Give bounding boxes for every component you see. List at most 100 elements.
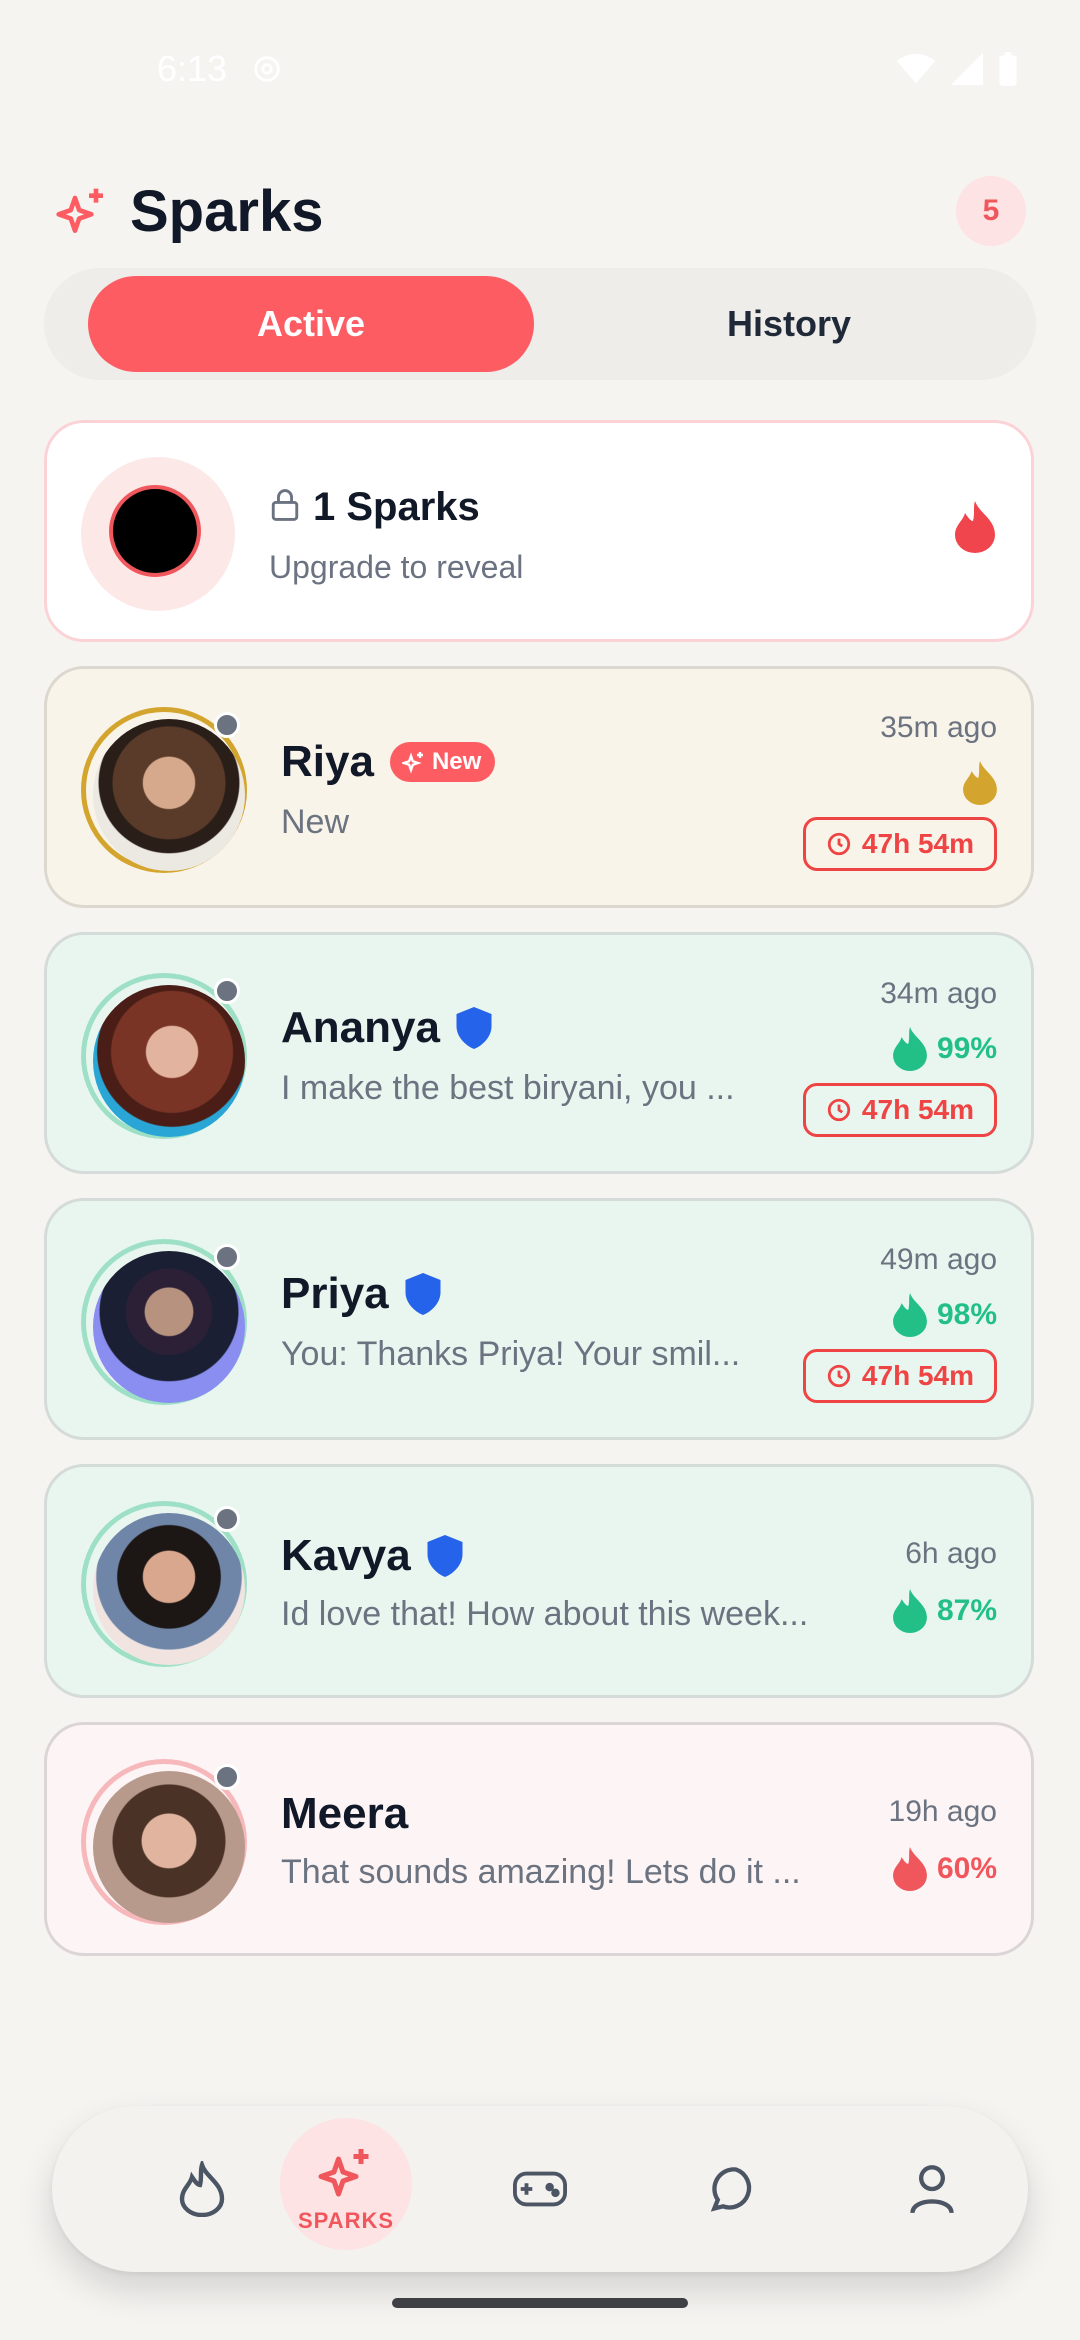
avatar-photo xyxy=(93,985,245,1137)
sparkles-icon xyxy=(401,752,423,774)
match-row: 99% xyxy=(893,1027,997,1071)
contact-name: Kavya xyxy=(281,1531,411,1580)
avatar[interactable] xyxy=(81,1501,247,1667)
online-status-dot xyxy=(214,1244,240,1270)
flame-icon xyxy=(955,501,995,558)
new-badge: New xyxy=(389,742,496,782)
verified-shield-icon xyxy=(456,1007,492,1049)
conversation-card[interactable]: Priya You: Thanks Priya! Your smil... 49… xyxy=(44,1198,1034,1440)
time-ago: 6h ago xyxy=(905,1537,997,1570)
clock-icon xyxy=(827,1364,851,1388)
locked-spark-card[interactable]: 1 Sparks Upgrade to reveal xyxy=(44,420,1034,642)
contact-name: Riya xyxy=(281,737,374,786)
contact-name: Priya xyxy=(281,1269,389,1318)
avatar[interactable] xyxy=(81,1759,247,1925)
settings-gear-icon xyxy=(250,52,284,91)
match-percent: 87% xyxy=(936,1594,997,1627)
flame-icon xyxy=(893,1293,927,1337)
timer-text: 47h 54m xyxy=(861,1360,974,1391)
avatar[interactable] xyxy=(81,1239,247,1405)
sparkles-icon xyxy=(318,2149,369,2197)
contact-name: Ananya xyxy=(281,1003,440,1052)
conversation-card[interactable]: Riya New New 35m ago 47h 54m xyxy=(44,666,1034,908)
nav-item-discover[interactable] xyxy=(132,2106,272,2272)
online-status-dot xyxy=(214,1506,240,1532)
match-percent: 99% xyxy=(936,1032,997,1065)
nav-item-games[interactable] xyxy=(470,2106,610,2272)
message-preview: New xyxy=(281,803,350,841)
expiry-timer-badge: 47h 54m xyxy=(802,1083,997,1137)
online-status-dot xyxy=(214,712,240,738)
message-preview: You: Thanks Priya! Your smil... xyxy=(281,1335,741,1373)
name-row: Meera xyxy=(281,1789,408,1839)
expiry-timer-badge: 47h 54m xyxy=(802,1349,997,1403)
message-preview: Id love that! How about this week... xyxy=(281,1595,809,1633)
conversation-card[interactable]: Ananya I make the best biryani, you ... … xyxy=(44,932,1034,1174)
time-ago: 49m ago xyxy=(880,1243,997,1276)
tab-switcher: Active History xyxy=(44,268,1036,380)
time-ago: 35m ago xyxy=(880,711,997,744)
tab-active[interactable]: Active xyxy=(88,276,534,372)
name-row: Ananya xyxy=(281,1003,492,1053)
match-row: 98% xyxy=(893,1293,997,1337)
time-ago: 19h ago xyxy=(888,1795,997,1828)
avatar-photo xyxy=(93,1513,245,1665)
avatar-photo xyxy=(93,1771,245,1923)
match-row: 87% xyxy=(893,1589,997,1633)
avatar[interactable] xyxy=(81,707,247,873)
locked-title: 1 Sparks xyxy=(313,485,480,529)
nav-item-profile[interactable] xyxy=(862,2106,1002,2272)
flame-icon xyxy=(893,1589,927,1633)
conversation-card[interactable]: Kavya Id love that! How about this week.… xyxy=(44,1464,1034,1698)
match-percent: 60% xyxy=(936,1852,997,1885)
timer-text: 47h 54m xyxy=(861,1094,974,1125)
name-row: Kavya xyxy=(281,1531,463,1581)
flame-icon xyxy=(963,761,997,805)
page-title: Sparks xyxy=(130,179,324,244)
nav-item-sparks[interactable]: SPARKS xyxy=(276,2106,416,2272)
home-indicator[interactable] xyxy=(392,2298,688,2308)
lock-icon xyxy=(269,488,301,527)
status-icons xyxy=(896,52,1018,91)
status-time: 6:13 xyxy=(157,48,228,89)
sparkles-icon xyxy=(54,184,110,245)
chat-icon xyxy=(710,2167,752,2212)
avatar-photo xyxy=(93,719,245,871)
name-row: Riya New xyxy=(281,737,496,787)
name-row: Priya xyxy=(281,1269,441,1319)
message-preview: I make the best biryani, you ... xyxy=(281,1069,735,1107)
nav-item-chats[interactable] xyxy=(666,2106,806,2272)
locked-subtitle: Upgrade to reveal xyxy=(269,549,524,585)
conversation-card[interactable]: Meera That sounds amazing! Lets do it ..… xyxy=(44,1722,1034,1956)
avatar[interactable] xyxy=(81,973,247,1139)
header: Sparks 5 xyxy=(54,176,1026,248)
online-status-dot xyxy=(214,978,240,1004)
clock-icon xyxy=(827,832,851,856)
avatar-photo xyxy=(93,1251,245,1403)
timer-text: 47h 54m xyxy=(861,828,974,859)
match-row xyxy=(963,761,997,805)
hidden-avatar xyxy=(81,457,235,611)
verified-shield-icon xyxy=(427,1535,463,1577)
gamepad-icon xyxy=(513,2171,567,2207)
profile-icon xyxy=(910,2165,954,2214)
time-ago: 34m ago xyxy=(880,977,997,1010)
new-badge-label: New xyxy=(431,748,482,775)
status-bar: 6:13 xyxy=(0,0,1080,140)
flame-icon xyxy=(179,2161,225,2217)
battery-icon xyxy=(998,52,1018,91)
online-status-dot xyxy=(214,1764,240,1790)
match-row: 60% xyxy=(893,1847,997,1891)
match-percent: 98% xyxy=(936,1298,997,1331)
flame-icon xyxy=(893,1027,927,1071)
nav-label-sparks: SPARKS xyxy=(297,2208,395,2233)
clock-icon xyxy=(827,1098,851,1122)
hidden-avatar-dot xyxy=(109,485,201,577)
sparks-count-badge[interactable]: 5 xyxy=(956,176,1026,246)
locked-title-row: 1 Sparks xyxy=(269,485,480,530)
bottom-nav: SPARKS xyxy=(52,2106,1028,2272)
message-preview: That sounds amazing! Lets do it ... xyxy=(281,1853,801,1891)
tab-history[interactable]: History xyxy=(566,276,1012,372)
contact-name: Meera xyxy=(281,1789,409,1838)
flame-icon xyxy=(893,1847,927,1891)
